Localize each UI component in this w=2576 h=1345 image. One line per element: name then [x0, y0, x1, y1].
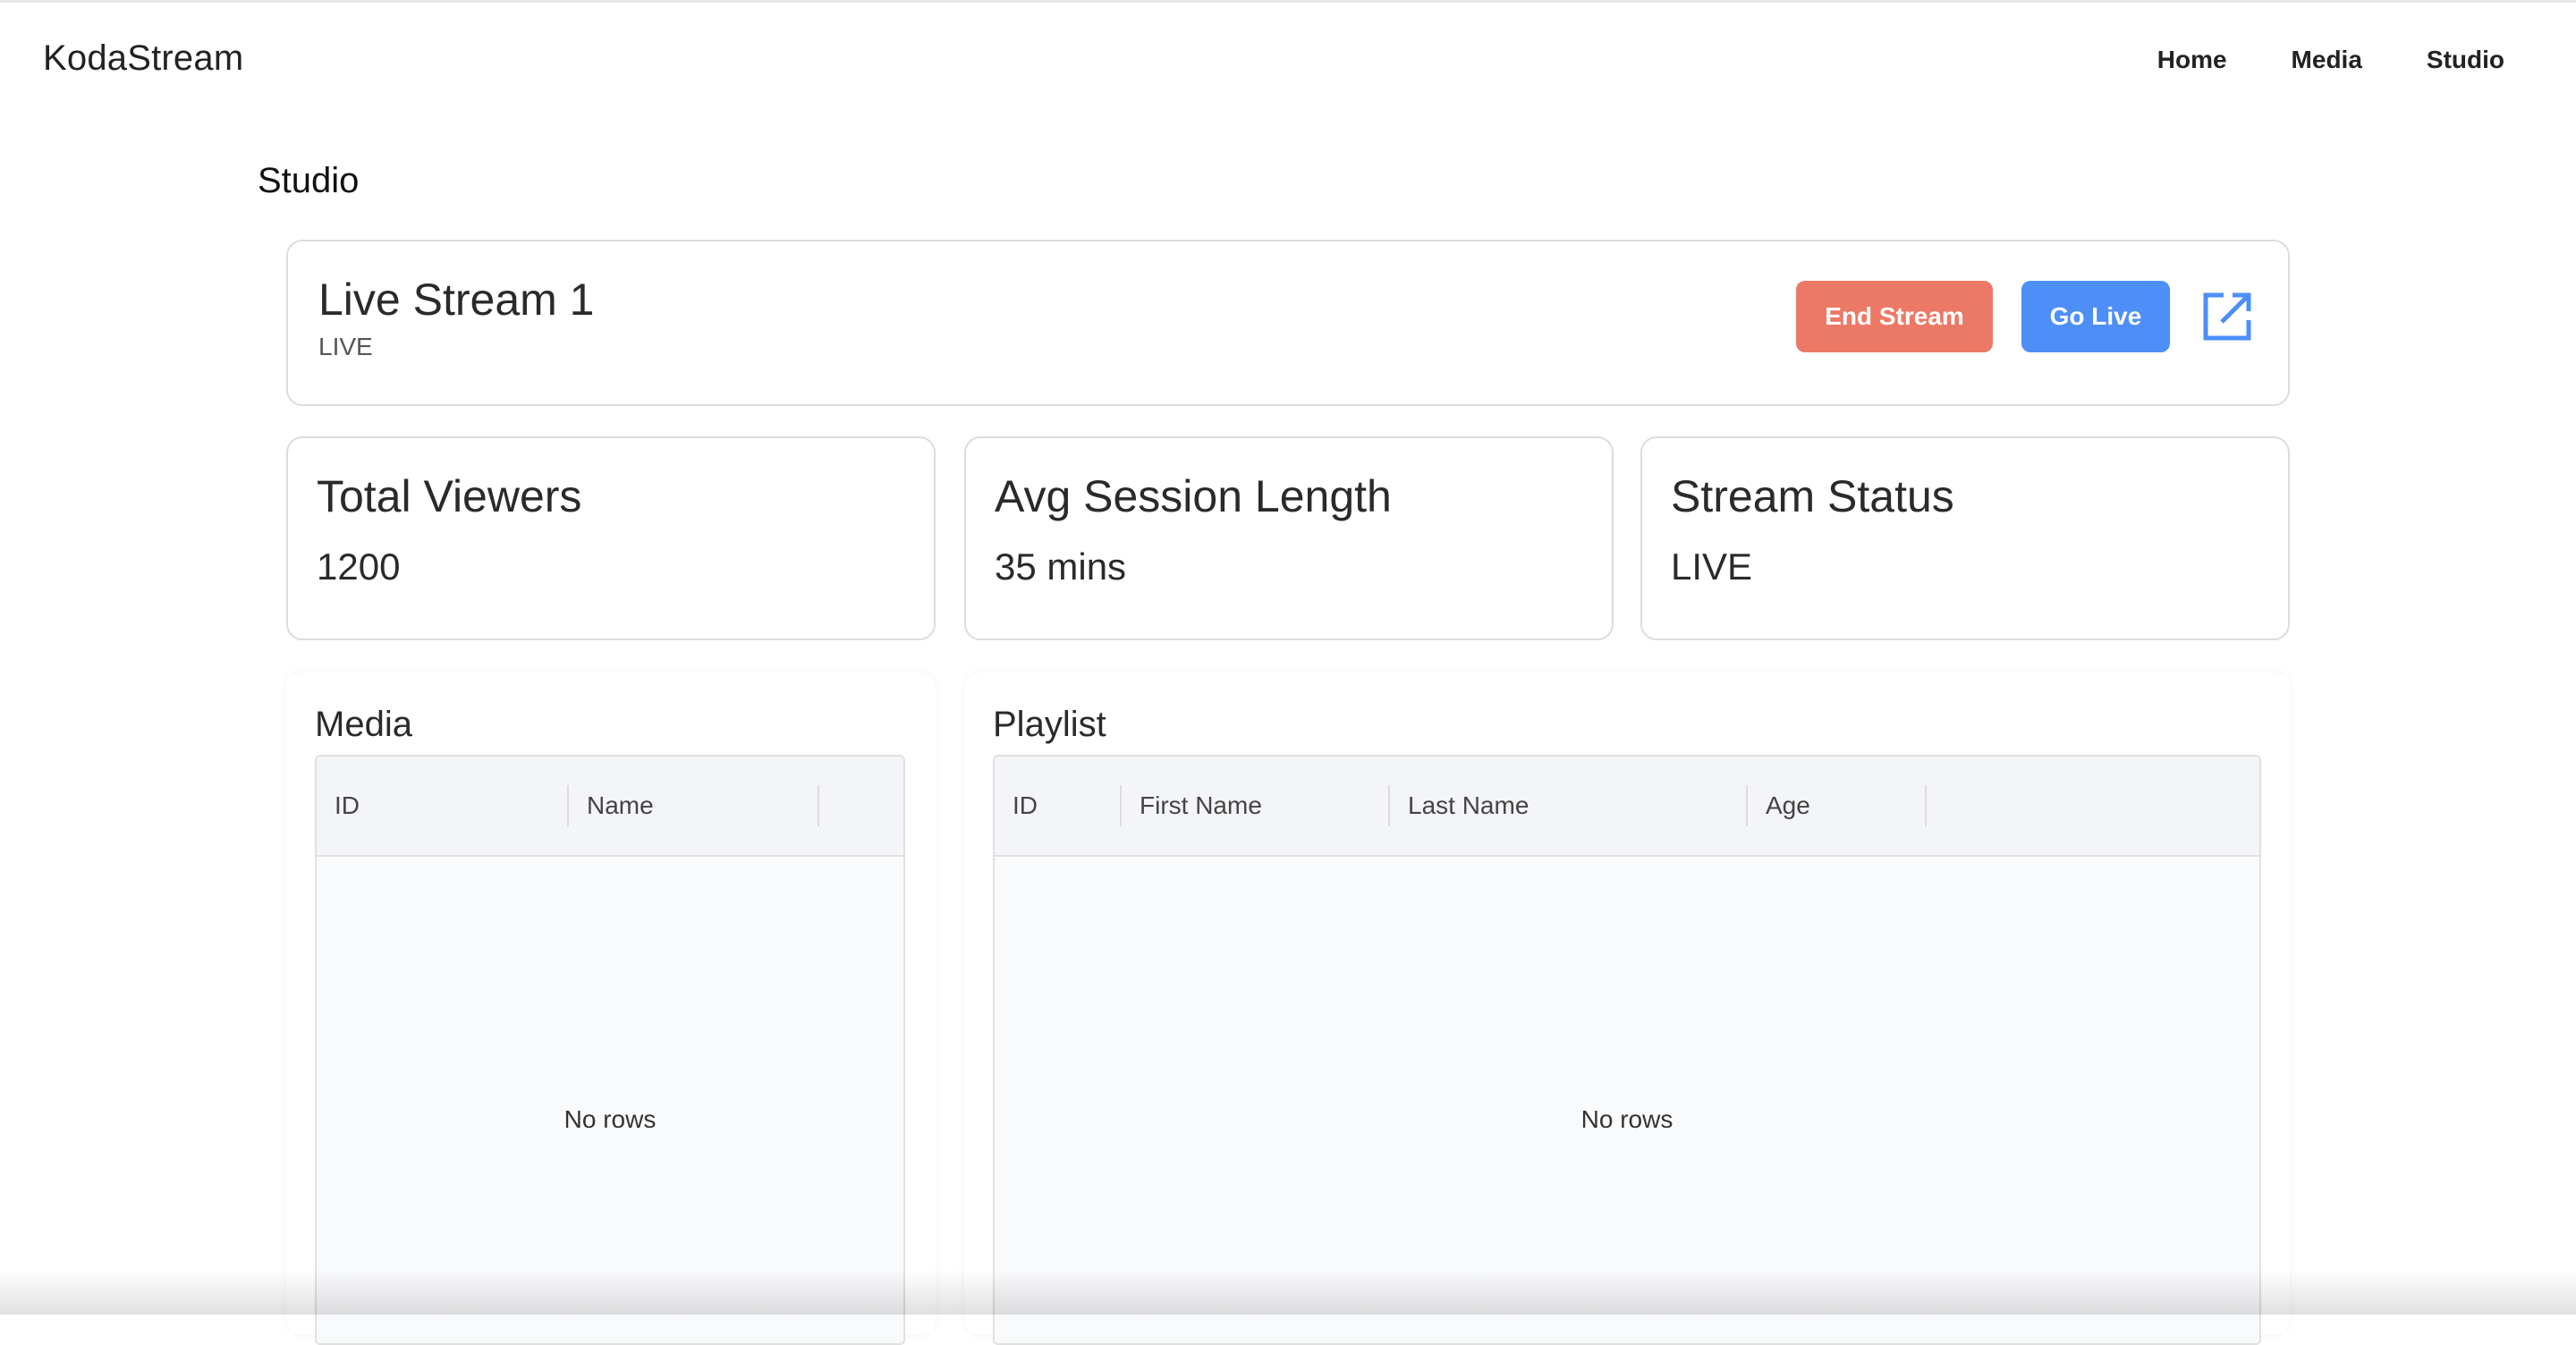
column-separator[interactable] — [818, 785, 819, 826]
playlist-panel: Playlist ID First Name Last Name Age No … — [964, 672, 2290, 1345]
column-header-id[interactable]: ID — [995, 757, 1120, 855]
stat-card-total-viewers: Total Viewers 1200 — [286, 436, 936, 640]
playlist-grid-header: ID First Name Last Name Age — [995, 757, 2259, 857]
column-separator[interactable] — [1925, 785, 1927, 826]
go-live-button[interactable]: Go Live — [2021, 281, 2170, 352]
media-panel-title: Media — [315, 705, 412, 744]
page-title: Studio — [258, 161, 360, 200]
media-grid[interactable]: ID Name No rows — [315, 755, 905, 1345]
column-header-name[interactable]: Name — [569, 757, 818, 855]
external-link-icon[interactable] — [2200, 290, 2254, 343]
media-grid-header: ID Name — [317, 757, 903, 857]
nav-links: Home Media Studio — [2093, 46, 2504, 74]
stat-title: Avg Session Length — [995, 471, 1392, 521]
stat-title: Total Viewers — [317, 471, 582, 521]
playlist-panel-title: Playlist — [993, 705, 1106, 744]
brand-logo[interactable]: KodaStream — [43, 38, 243, 79]
stat-card-avg-session: Avg Session Length 35 mins — [964, 436, 1614, 640]
end-stream-button[interactable]: End Stream — [1796, 281, 1993, 352]
nav-studio-link[interactable]: Studio — [2427, 46, 2504, 74]
stream-name: Live Stream 1 — [318, 275, 595, 325]
column-header-last-name[interactable]: Last Name — [1390, 757, 1746, 855]
stat-value: 1200 — [317, 546, 401, 588]
bottom-edge-shadow — [0, 1270, 2576, 1315]
media-panel: Media ID Name No rows — [286, 672, 936, 1345]
empty-state: No rows — [1580, 1105, 1674, 1133]
nav-home-link[interactable]: Home — [2157, 46, 2227, 74]
nav-media-link[interactable]: Media — [2292, 46, 2362, 74]
stream-status-label: LIVE — [318, 333, 373, 360]
column-header-age[interactable]: Age — [1748, 757, 1925, 855]
column-header-id[interactable]: ID — [317, 757, 567, 855]
stat-card-stream-status: Stream Status LIVE — [1640, 436, 2290, 640]
navbar: KodaStream Home Media Studio — [0, 3, 2576, 117]
playlist-grid[interactable]: ID First Name Last Name Age No rows — [993, 755, 2261, 1345]
empty-state: No rows — [564, 1105, 657, 1133]
column-header-first-name[interactable]: First Name — [1122, 757, 1388, 855]
stat-title: Stream Status — [1671, 471, 1954, 521]
stat-value: 35 mins — [995, 546, 1127, 588]
stream-card: Live Stream 1 LIVE End Stream Go Live — [286, 240, 2290, 406]
stat-value: LIVE — [1671, 546, 1753, 588]
